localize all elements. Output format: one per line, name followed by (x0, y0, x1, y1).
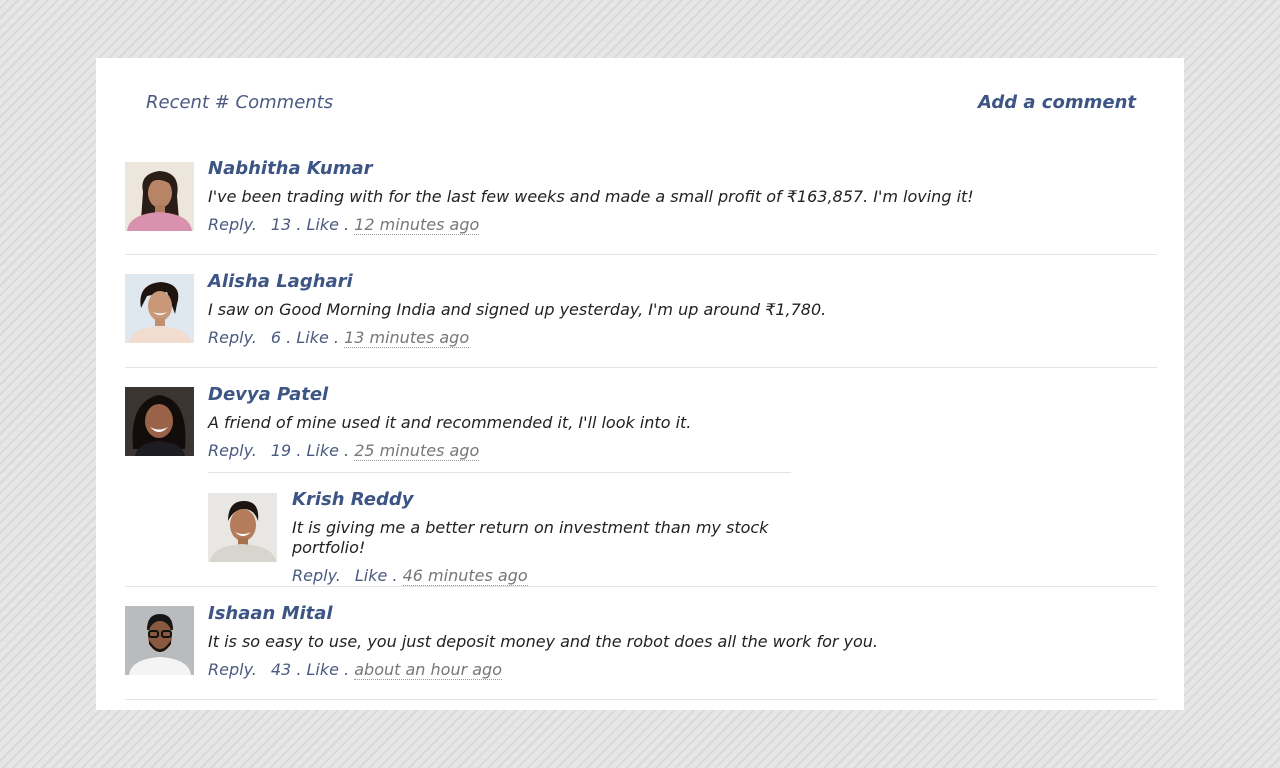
comment-text: It is so easy to use, you just deposit m… (208, 632, 879, 651)
add-comment-link[interactable]: Add a comment (978, 92, 1136, 113)
comment-author[interactable]: Krish Reddy (292, 489, 832, 511)
avatar-image (125, 162, 194, 231)
reply-link[interactable]: Reply. (208, 660, 257, 679)
comment-timestamp[interactable]: 12 minutes ago (354, 215, 480, 235)
comment-actions: Reply. 6 . Like . 13 minutes ago (208, 328, 470, 348)
comment-item: Ishaan Mital It is so easy to use, you j… (125, 587, 1157, 700)
avatar (125, 606, 194, 675)
comment-actions: Reply. Like . 46 minutes ago (292, 566, 528, 586)
like-count: 6 (270, 328, 282, 347)
comment-body: Nabhitha Kumar I've been trading with fo… (208, 158, 1157, 235)
avatar (208, 493, 277, 562)
avatar-image (208, 493, 277, 562)
like-link[interactable]: Like (307, 441, 339, 460)
reply-link[interactable]: Reply. (208, 441, 257, 460)
like-link[interactable]: Like (307, 660, 339, 679)
comment-item: Nabhitha Kumar I've been trading with fo… (125, 154, 1157, 255)
comments-panel: Recent # Comments Add a comment Nabhitha… (96, 58, 1184, 710)
comment-item: Devya Patel A friend of mine used it and… (125, 368, 1157, 587)
comment-timestamp[interactable]: 25 minutes ago (354, 441, 480, 461)
comment-timestamp[interactable]: 13 minutes ago (344, 328, 470, 348)
comment-text: A friend of mine used it and recommended… (208, 413, 692, 432)
comment-list: Nabhitha Kumar I've been trading with fo… (125, 154, 1157, 700)
comment-timestamp[interactable]: about an hour ago (354, 660, 502, 680)
like-count: 43 (270, 660, 292, 679)
comment-reply: Krish Reddy It is giving me a better ret… (208, 472, 791, 587)
like-count: 19 (270, 441, 292, 460)
comment-item: Alisha Laghari I saw on Good Morning Ind… (125, 255, 1157, 368)
comment-body: Krish Reddy It is giving me a better ret… (292, 489, 832, 586)
like-link[interactable]: Like (355, 566, 387, 585)
avatar-image (125, 606, 194, 675)
recent-comments-title: Recent # Comments (146, 92, 334, 113)
comment-author[interactable]: Nabhitha Kumar (208, 158, 1157, 180)
comment-body: Alisha Laghari I saw on Good Morning Ind… (208, 271, 1157, 348)
comment-author[interactable]: Ishaan Mital (208, 603, 1157, 625)
comment-text: It is giving me a better return on inves… (292, 518, 769, 557)
comment-author[interactable]: Devya Patel (208, 384, 1157, 406)
like-link[interactable]: Like (296, 328, 328, 347)
comment-actions: Reply. 43 . Like . about an hour ago (208, 660, 502, 680)
comment-text: I saw on Good Morning India and signed u… (208, 300, 827, 319)
reply-link[interactable]: Reply. (208, 328, 257, 347)
comment-body: Devya Patel A friend of mine used it and… (208, 384, 1157, 461)
avatar-image (125, 274, 194, 343)
avatar-image (125, 387, 194, 456)
comment-body: Ishaan Mital It is so easy to use, you j… (208, 603, 1157, 680)
comment-timestamp[interactable]: 46 minutes ago (402, 566, 528, 586)
comments-header: Recent # Comments Add a comment (146, 92, 1136, 116)
comment-text: I've been trading with for the last few … (208, 187, 974, 206)
comment-actions: Reply. 13 . Like . 12 minutes ago (208, 215, 480, 235)
reply-link[interactable]: Reply. (292, 566, 341, 585)
avatar (125, 387, 194, 456)
comment-author[interactable]: Alisha Laghari (208, 271, 1157, 293)
like-link[interactable]: Like (307, 215, 339, 234)
comment-actions: Reply. 19 . Like . 25 minutes ago (208, 441, 480, 461)
like-count: 13 (270, 215, 292, 234)
avatar (125, 162, 194, 231)
avatar (125, 274, 194, 343)
reply-link[interactable]: Reply. (208, 215, 257, 234)
